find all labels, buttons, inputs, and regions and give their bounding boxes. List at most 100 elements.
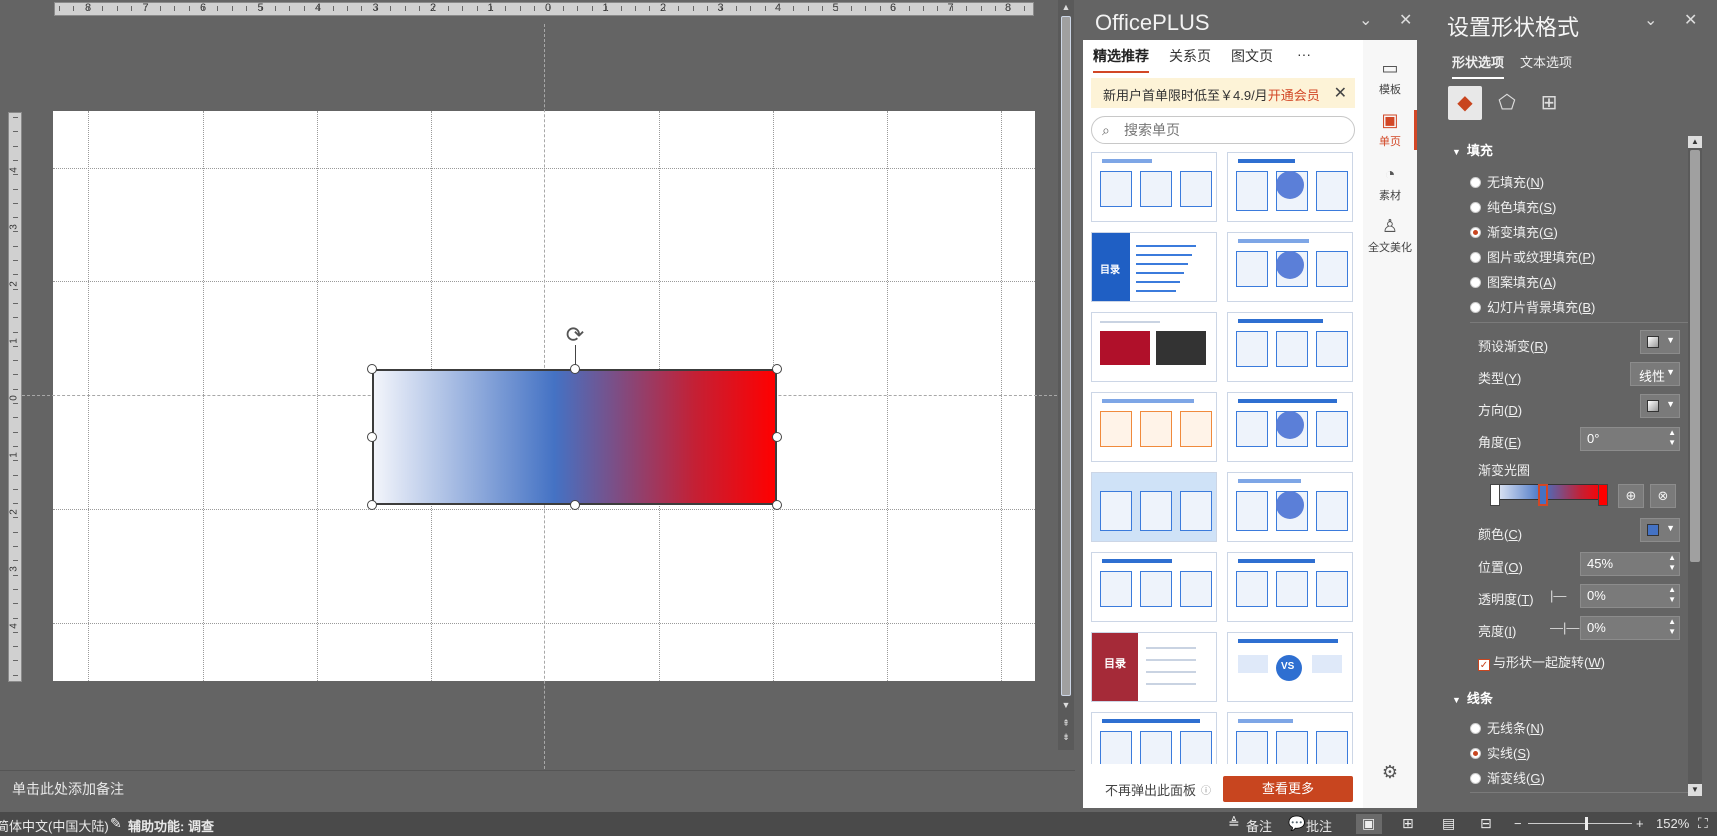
resize-handle[interactable]: [367, 364, 377, 374]
zoom-slider[interactable]: [1528, 823, 1632, 824]
template-thumbnail[interactable]: 目录: [1091, 232, 1217, 302]
resize-handle[interactable]: [367, 432, 377, 442]
dont-show-link[interactable]: 不再弹出此面板: [1105, 780, 1196, 799]
radio-option[interactable]: 实线(S): [1470, 743, 1530, 762]
close-icon[interactable]: ✕: [1684, 10, 1697, 30]
scroll-up-icon[interactable]: ▲: [1688, 136, 1702, 148]
radio-option[interactable]: 图片或纹理填充(P): [1470, 247, 1595, 266]
template-thumbnail[interactable]: [1227, 472, 1353, 542]
language-status[interactable]: 简体中文(中国大陆): [0, 816, 109, 835]
resize-handle[interactable]: [570, 500, 580, 510]
rotate-with-shape-checkbox[interactable]: ✓ 与形状一起旋转(W): [1478, 652, 1605, 671]
fit-to-window-icon[interactable]: ⛶: [1698, 815, 1708, 832]
tab-shape-options[interactable]: 形状选项: [1452, 52, 1505, 79]
fill-section-header[interactable]: ▼ 填充: [1452, 140, 1493, 159]
slide-sorter-icon[interactable]: ⊞: [1402, 815, 1414, 832]
comments-button[interactable]: 批注: [1306, 816, 1332, 835]
resize-handle[interactable]: [570, 364, 580, 374]
radio-option[interactable]: 渐变线(G): [1470, 768, 1545, 787]
template-thumbnail[interactable]: [1227, 392, 1353, 462]
template-thumbnail[interactable]: [1091, 552, 1217, 622]
notes-button[interactable]: 备注: [1246, 816, 1272, 835]
next-slide-icon[interactable]: ⇟: [1058, 730, 1074, 744]
tab-more[interactable]: ···: [1297, 46, 1311, 62]
template-thumbnail[interactable]: [1091, 392, 1217, 462]
template-thumbnail[interactable]: [1227, 232, 1353, 302]
scroll-down-icon[interactable]: ▼: [1058, 698, 1074, 712]
notes-area[interactable]: 单击此处添加备注: [0, 770, 1075, 812]
tab-relation[interactable]: 关系页: [1169, 46, 1211, 66]
prev-slide-icon[interactable]: ⇞: [1058, 716, 1074, 730]
gradient-rectangle-shape[interactable]: [372, 369, 777, 505]
sidebar-item-material[interactable]: ◔ 素材: [1363, 164, 1417, 203]
scroll-thumb[interactable]: [1061, 16, 1071, 696]
accessibility-status[interactable]: 辅助功能: 调查: [128, 816, 214, 835]
template-thumbnail[interactable]: [1091, 312, 1217, 382]
sidebar-item-beautify[interactable]: ♙ 全文美化: [1363, 216, 1417, 255]
sidebar-item-single-page[interactable]: ▣ 单页: [1363, 110, 1417, 150]
reading-view-icon[interactable]: ▤: [1442, 815, 1455, 832]
resize-handle[interactable]: [367, 500, 377, 510]
slide-editor[interactable]: 87654321012345678 432101234 ⟳ ▲ ▼ ⇞ ⇟: [0, 0, 1075, 812]
transparency-input[interactable]: 0% ▲ ▼: [1580, 584, 1680, 608]
radio-option[interactable]: 图案填充(A): [1470, 272, 1556, 291]
tab-text-image[interactable]: 图文页: [1231, 46, 1273, 66]
template-thumbnail[interactable]: VS: [1227, 632, 1353, 702]
template-thumbnail[interactable]: [1091, 152, 1217, 222]
position-input[interactable]: 45% ▲ ▼: [1580, 552, 1680, 576]
chevron-down-icon[interactable]: ⌄: [1359, 10, 1372, 30]
add-stop-icon[interactable]: ⊕: [1618, 484, 1644, 508]
info-icon[interactable]: ⓘ: [1201, 782, 1211, 797]
radio-option[interactable]: 渐变填充(G): [1470, 222, 1558, 241]
slideshow-icon[interactable]: ⊟: [1480, 815, 1492, 832]
tab-featured[interactable]: 精选推荐: [1093, 46, 1149, 73]
promo-link[interactable]: 开通会员: [1268, 88, 1320, 103]
zoom-in-button[interactable]: +: [1636, 816, 1644, 831]
size-properties-icon[interactable]: ⊞: [1532, 86, 1566, 120]
tab-text-options[interactable]: 文本选项: [1520, 52, 1572, 71]
gradient-stop[interactable]: [1598, 484, 1608, 506]
remove-stop-icon[interactable]: ⊗: [1650, 484, 1676, 508]
fill-line-icon[interactable]: ◆: [1448, 86, 1482, 120]
resize-handle[interactable]: [772, 432, 782, 442]
line-section-header[interactable]: ▼ 线条: [1452, 688, 1493, 707]
angle-input[interactable]: 0° ▲ ▼: [1580, 427, 1680, 451]
zoom-level[interactable]: 152%: [1656, 816, 1689, 831]
preset-gradient-dropdown[interactable]: ▼: [1640, 330, 1680, 354]
template-thumbnail[interactable]: [1091, 712, 1217, 764]
template-thumbnail[interactable]: [1227, 152, 1353, 222]
scroll-thumb[interactable]: [1690, 150, 1700, 562]
template-thumbnail[interactable]: [1091, 472, 1217, 542]
template-thumbnail[interactable]: 目录: [1091, 632, 1217, 702]
search-box[interactable]: ⌕: [1091, 116, 1355, 144]
scroll-down-icon[interactable]: ▼: [1688, 784, 1702, 796]
template-thumbnail[interactable]: [1227, 712, 1353, 764]
zoom-slider-knob[interactable]: [1585, 817, 1588, 830]
template-thumbnail[interactable]: [1227, 312, 1353, 382]
chevron-down-icon[interactable]: ⌄: [1644, 10, 1657, 30]
radio-option[interactable]: 纯色填充(S): [1470, 197, 1556, 216]
search-input[interactable]: [1124, 122, 1324, 138]
close-icon[interactable]: ✕: [1334, 83, 1347, 103]
resize-handle[interactable]: [772, 500, 782, 510]
settings-button[interactable]: ⚙: [1363, 762, 1417, 785]
effects-icon[interactable]: ⬠: [1490, 86, 1524, 120]
direction-dropdown[interactable]: ▼: [1640, 394, 1680, 418]
gradient-stops-bar[interactable]: [1492, 484, 1604, 500]
view-more-button[interactable]: 查看更多: [1223, 776, 1353, 802]
brightness-input[interactable]: 0% ▲ ▼: [1580, 616, 1680, 640]
color-picker[interactable]: ▼: [1640, 518, 1680, 542]
radio-option[interactable]: 幻灯片背景填充(B): [1470, 297, 1595, 316]
radio-option[interactable]: 无线条(N): [1470, 718, 1544, 737]
zoom-out-button[interactable]: −: [1514, 816, 1522, 831]
template-thumbnail[interactable]: [1227, 552, 1353, 622]
radio-option[interactable]: 无填充(N): [1470, 172, 1544, 191]
editor-scrollbar[interactable]: ▲ ▼ ⇞ ⇟: [1058, 0, 1074, 750]
format-pane-scrollbar[interactable]: ▲ ▼: [1688, 136, 1702, 796]
brightness-slider[interactable]: —|—: [1550, 620, 1579, 635]
transparency-slider[interactable]: |—: [1550, 588, 1566, 603]
close-icon[interactable]: ✕: [1399, 10, 1412, 30]
rotate-handle-icon[interactable]: ⟳: [563, 323, 587, 347]
resize-handle[interactable]: [772, 364, 782, 374]
type-dropdown[interactable]: 线性 ▼: [1630, 362, 1680, 386]
